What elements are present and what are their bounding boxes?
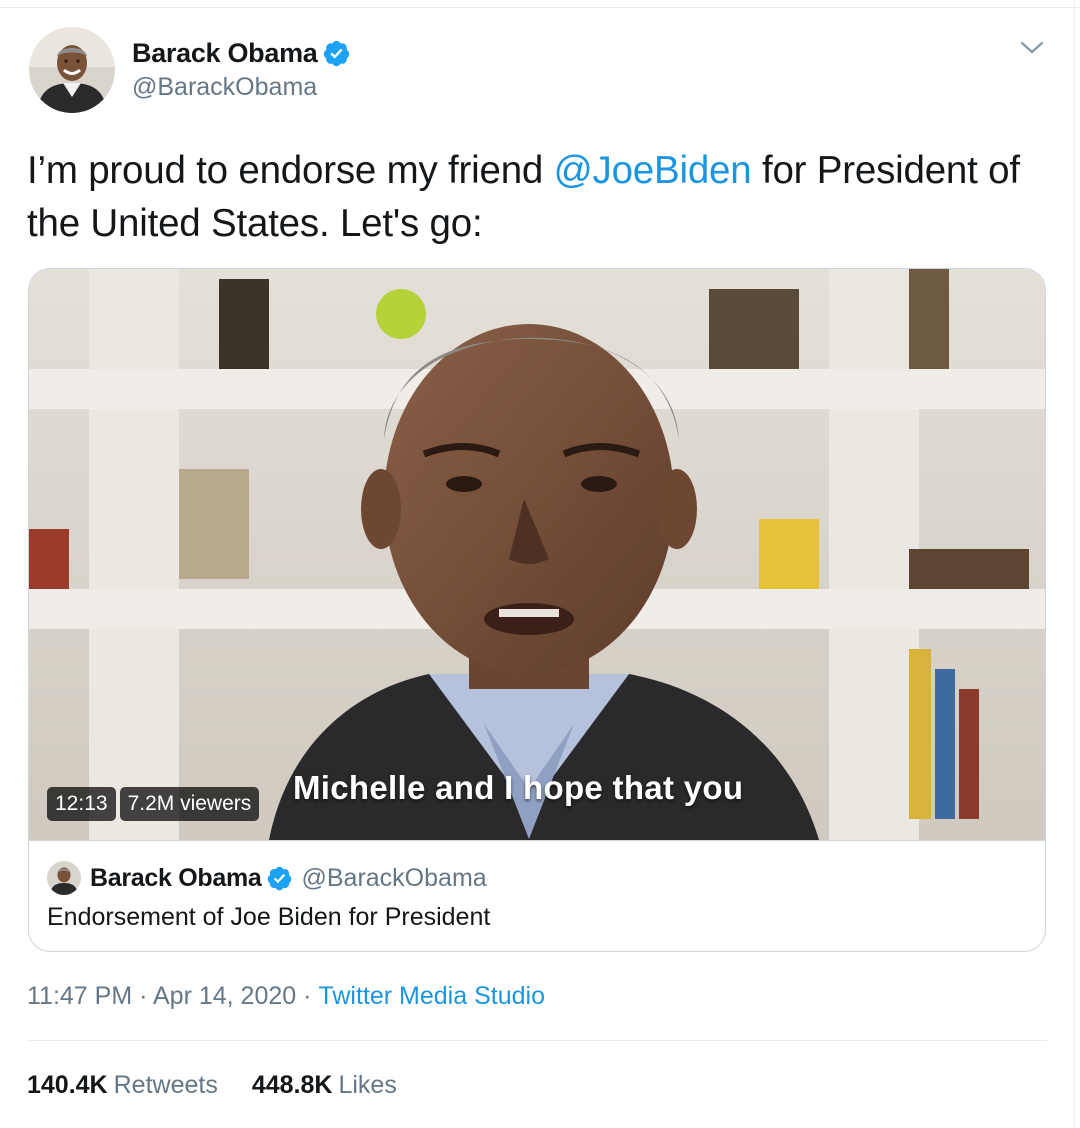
avatar-image [29,27,115,113]
retweets-label: Retweets [113,1071,218,1099]
video-frame [29,269,1045,840]
mention-link[interactable]: @JoeBiden [554,149,752,192]
likes-count: 448.8K [251,1071,333,1099]
card-author-handle: @BarackObama [301,863,487,892]
video-player[interactable]: 12:13 7.2M viewers Michelle and I hope t… [29,269,1045,840]
likes-label: Likes [338,1071,397,1099]
tweet-stats: 140.4K Retweets 448.8K Likes [27,1071,431,1100]
media-card[interactable]: 12:13 7.2M viewers Michelle and I hope t… [28,268,1046,952]
meta-separator: · [303,982,312,1010]
card-description: Endorsement of Joe Biden for President [47,903,491,931]
author-avatar[interactable] [29,27,115,113]
author-name[interactable]: Barack Obama [132,38,318,69]
verified-badge-icon [322,39,351,68]
retweets-stat[interactable]: 140.4K Retweets [27,1071,218,1100]
viewers-badge: 7.2M viewers [119,787,260,821]
verified-badge-icon [266,865,293,892]
right-border [1074,0,1080,1128]
likes-stat[interactable]: 448.8K Likes [252,1071,397,1100]
duration-badge: 12:13 [47,787,116,821]
card-footer[interactable]: Barack Obama @BarackObama Endorsement of… [29,840,1045,951]
card-author-name: Barack Obama [90,863,262,892]
card-author-row: Barack Obama @BarackObama [47,861,487,895]
retweets-count: 140.4K [27,1071,108,1099]
video-caption: Michelle and I hope that you [293,769,744,806]
top-border [0,0,1080,8]
chevron-down-icon[interactable] [1018,36,1046,60]
video-badges: 12:13 7.2M viewers [47,787,260,821]
tweet-text-before: I’m proud to endorse my friend [27,149,554,192]
tweet-text: I’m proud to endorse my friend @JoeBiden… [27,144,1027,250]
tweet-timestamp[interactable]: 11:47 PM · Apr 14, 2020 [27,982,296,1011]
tweet-source-link[interactable]: Twitter Media Studio [318,982,545,1011]
tweet-meta: 11:47 PM · Apr 14, 2020 · Twitter Media … [27,982,545,1011]
author-handle[interactable]: @BarackObama [132,73,351,102]
author-name-row[interactable]: Barack Obama [132,36,351,70]
card-author-avatar [47,861,81,895]
author-block: Barack Obama @BarackObama [132,36,351,102]
divider [27,1040,1047,1041]
